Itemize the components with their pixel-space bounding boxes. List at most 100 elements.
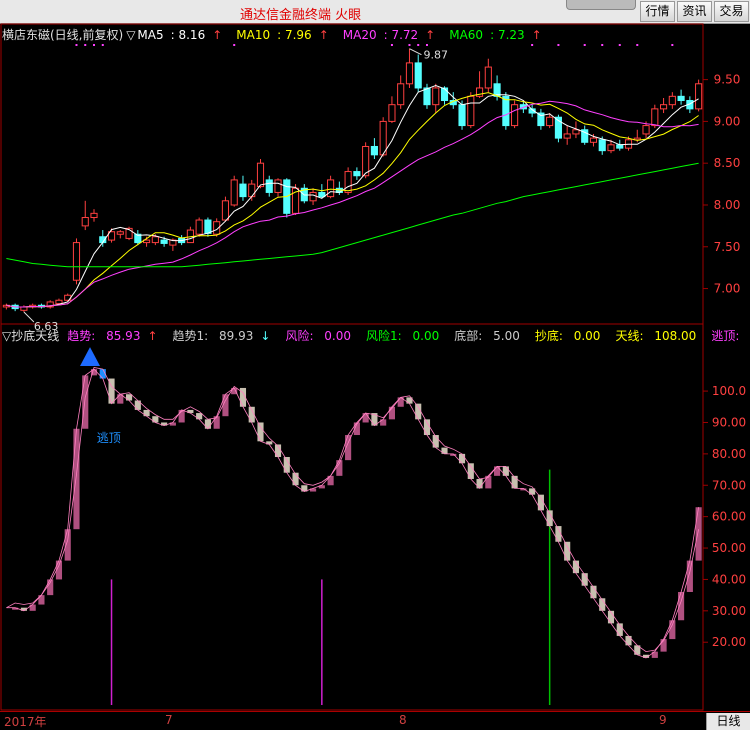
candle-body <box>379 120 387 156</box>
candle-body <box>160 239 168 244</box>
date-label-aug: 8 <box>399 713 407 727</box>
candle-body <box>695 83 703 110</box>
candle-body <box>370 145 378 156</box>
trend-bar <box>537 494 544 511</box>
indicator-tick-label: 40.00 <box>712 572 746 586</box>
signal-dot <box>390 44 393 46</box>
candle-body <box>90 212 98 219</box>
trend-bar <box>625 635 632 646</box>
price-tick-label: 9.50 <box>714 73 741 87</box>
indicator-tick-label: 60.00 <box>712 510 746 524</box>
candle-body <box>668 95 676 106</box>
trend-bar <box>204 419 211 429</box>
indicator-tick-label: 50.00 <box>712 541 746 555</box>
signal-dot <box>408 44 411 46</box>
escape-top-label: 逃顶 <box>97 431 121 445</box>
trend-bar <box>686 560 693 592</box>
signal-dot <box>75 44 78 46</box>
candle-body <box>607 144 615 152</box>
signal-dot <box>583 44 586 46</box>
trend-bar <box>362 413 369 423</box>
price-tick-label: 7.50 <box>714 240 741 254</box>
candle-body <box>642 125 650 135</box>
candle-body <box>397 83 405 106</box>
candle-body <box>353 171 361 177</box>
indicator-tick-label: 30.00 <box>712 604 746 618</box>
candle-body <box>248 183 256 198</box>
trend-bar <box>476 478 483 489</box>
high-pointer <box>409 48 422 56</box>
candle-body <box>405 62 414 85</box>
low-price-label: 6.63 <box>34 320 59 333</box>
candle-body <box>362 145 370 177</box>
candle-body <box>563 133 571 139</box>
candle-body <box>660 104 668 110</box>
candle-body <box>423 87 431 106</box>
candle-body <box>116 231 124 235</box>
trend-bar <box>82 375 89 429</box>
indicator-frame <box>0 323 704 711</box>
indicator-tick-label: 70.00 <box>712 478 746 492</box>
trend-bar <box>29 604 36 611</box>
candle-body <box>458 104 466 127</box>
ma20-line <box>6 100 699 308</box>
candle-body <box>467 95 475 127</box>
trend-bar <box>651 651 658 658</box>
trend-bar <box>695 507 702 561</box>
trend-bar <box>467 463 474 479</box>
candle-body <box>511 104 519 127</box>
ma5-line <box>6 84 699 308</box>
trend-bar <box>196 413 203 420</box>
candle-body <box>221 200 230 221</box>
escape-top-icon <box>80 347 101 366</box>
ma60-line <box>6 162 699 268</box>
candle-body <box>589 137 598 143</box>
signal-dot <box>84 44 87 46</box>
trend-bar <box>380 419 387 426</box>
candle-body <box>274 179 282 193</box>
signal-dot <box>636 44 639 46</box>
signal-dot <box>425 44 428 46</box>
candle-body <box>616 144 624 149</box>
candle-body <box>230 179 238 206</box>
timeframe-tab-daily[interactable]: 日线 <box>706 713 750 730</box>
signal-dot <box>557 44 560 46</box>
candle-body <box>484 66 492 89</box>
ma10-line <box>6 92 699 308</box>
date-label-sep: 9 <box>659 713 667 727</box>
trend-bar <box>494 466 501 476</box>
trend-bar <box>441 447 448 454</box>
chart-canvas[interactable]: 9.50 9.00 8.50 8.00 7.50 7.00 100.0 90.00 80.00 7… <box>0 0 750 730</box>
indicator-tick-label: 90.00 <box>712 415 746 429</box>
candle-body <box>546 116 554 127</box>
candle-body <box>195 219 203 235</box>
candle-body <box>239 183 247 198</box>
trend-line <box>6 368 699 659</box>
candle-body <box>265 179 273 193</box>
trend1-line <box>6 367 699 653</box>
date-label-jul: 7 <box>165 713 173 727</box>
date-axis-bar <box>0 711 750 730</box>
trend-bar <box>64 529 71 561</box>
date-label-2017: 2017年 <box>4 715 47 729</box>
candle-body <box>414 62 422 89</box>
signal-dot <box>101 44 104 46</box>
low-pointer <box>23 311 35 323</box>
indicator-tick-label: 20.00 <box>712 635 746 649</box>
price-tick-label: 8.00 <box>714 198 741 212</box>
candle-body <box>677 95 685 102</box>
indicator-tick-label: 100.0 <box>712 384 746 398</box>
candle-body <box>55 299 63 305</box>
candle-body <box>440 87 449 102</box>
trend-bar <box>564 541 571 561</box>
price-tick-label: 9.00 <box>714 114 741 128</box>
trend-bar <box>458 453 466 464</box>
trend-bar <box>125 394 133 401</box>
trend-bar <box>257 422 264 442</box>
candle-body <box>651 108 659 127</box>
signal-dot <box>233 44 236 46</box>
candle-body <box>327 179 335 198</box>
trend-bar <box>73 428 80 530</box>
candle-body <box>256 162 265 188</box>
candle-body <box>309 191 317 202</box>
